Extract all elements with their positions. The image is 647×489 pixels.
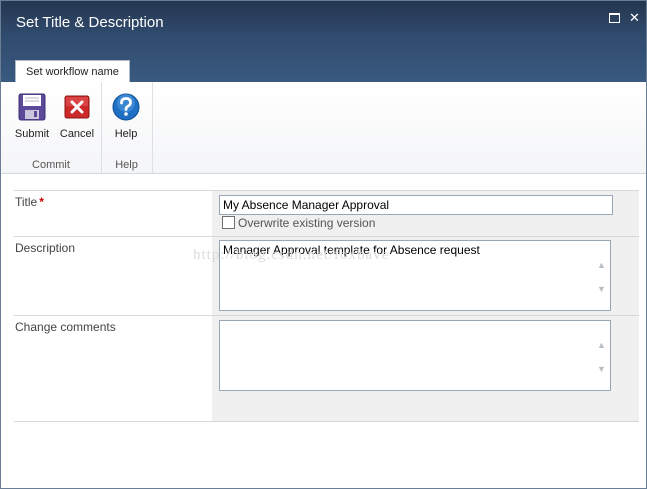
floppy-disk-icon bbox=[18, 93, 46, 121]
overwrite-label: Overwrite existing version bbox=[238, 215, 376, 230]
ribbon-tab-set-workflow-name[interactable]: Set workflow name bbox=[15, 60, 130, 83]
comments-field-area: ▲ ▼ bbox=[212, 316, 639, 421]
comments-row: Change comments ▲ ▼ bbox=[14, 315, 639, 422]
scroll-down-icon[interactable]: ▼ bbox=[596, 285, 607, 294]
red-x-icon bbox=[64, 95, 90, 119]
dialog-window: Set Title & Description ✕ Set workflow n… bbox=[0, 0, 647, 489]
ribbon-group-help-label: Help bbox=[115, 159, 138, 171]
required-marker: * bbox=[39, 195, 44, 209]
cancel-label: Cancel bbox=[59, 128, 95, 140]
comments-textarea[interactable]: ▲ ▼ bbox=[219, 320, 611, 391]
dialog-titlebar: Set Title & Description ✕ Set workflow n… bbox=[1, 1, 646, 83]
overwrite-checkbox[interactable] bbox=[222, 216, 235, 230]
scroll-down-icon[interactable]: ▼ bbox=[596, 365, 607, 374]
scroll-up-icon[interactable]: ▲ bbox=[596, 341, 607, 350]
ribbon-group-commit: Submit Cancel Commit bbox=[1, 82, 102, 173]
form: Title* Overwrite existing version Descri… bbox=[14, 190, 639, 422]
help-button[interactable]: Help bbox=[106, 92, 146, 140]
title-input[interactable] bbox=[219, 195, 613, 215]
ribbon-group-commit-label: Commit bbox=[32, 159, 70, 171]
submit-button[interactable]: Submit bbox=[10, 92, 54, 140]
comments-label: Change comments bbox=[15, 320, 116, 334]
help-label: Help bbox=[114, 128, 138, 140]
maximize-icon bbox=[609, 13, 620, 23]
maximize-button[interactable] bbox=[608, 11, 621, 24]
watermark: http://blog.csdn.net/foxbave bbox=[193, 247, 390, 263]
description-label: Description bbox=[15, 241, 76, 255]
title-field-area: Overwrite existing version bbox=[212, 191, 639, 236]
dialog-title: Set Title & Description bbox=[16, 14, 164, 31]
title-label: Title * bbox=[15, 195, 44, 209]
submit-label: Submit bbox=[14, 128, 50, 140]
ribbon: Submit Cancel Commit Help Help bbox=[1, 82, 646, 174]
title-row: Title* Overwrite existing version bbox=[14, 190, 639, 236]
cancel-button[interactable]: Cancel bbox=[56, 92, 98, 140]
overwrite-option: Overwrite existing version bbox=[222, 215, 375, 230]
question-mark-icon bbox=[112, 93, 140, 121]
scroll-up-icon[interactable]: ▲ bbox=[596, 261, 607, 270]
close-button[interactable]: ✕ bbox=[628, 11, 641, 24]
